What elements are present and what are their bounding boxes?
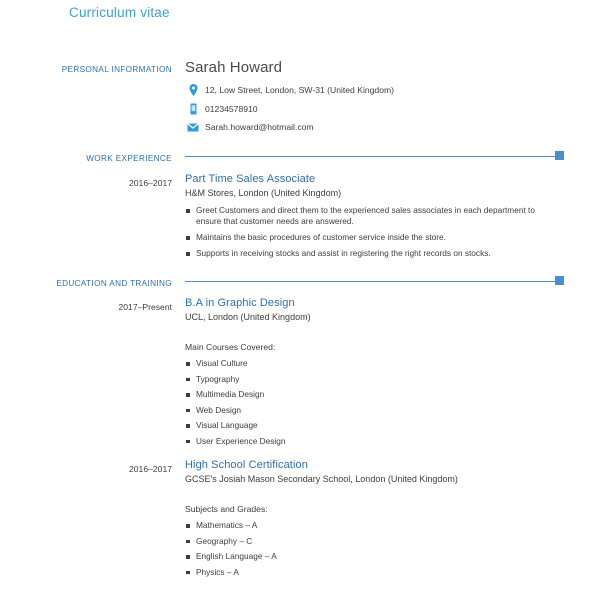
- cv-page: Curriculum vitae PERSONAL INFORMATION Sa…: [0, 0, 594, 598]
- personal-information-content: Sarah Howard: [185, 59, 560, 76]
- list-item: Mathematics – A: [185, 520, 560, 531]
- list-item: Typography: [185, 374, 560, 385]
- list-item: Geography – C: [185, 536, 560, 547]
- education-entry-subheading: Main Courses Covered:: [185, 342, 276, 352]
- education-label-gutter: EDUCATION AND TRAINING: [0, 273, 172, 291]
- education-label: EDUCATION AND TRAINING: [56, 279, 172, 288]
- list-item: Physics – A: [185, 567, 560, 578]
- email-text: Sarah.howard@hotmail.com: [205, 122, 314, 132]
- list-item: User Experience Design: [185, 436, 560, 447]
- work-experience-entry-content: Part Time Sales Associate H&M Stores, Lo…: [185, 173, 560, 264]
- high-school-entry-content: High School Certification GCSE's Josiah …: [185, 459, 560, 582]
- address-text: 12, Low Street, London, SW-31 (United Ki…: [205, 85, 395, 95]
- education-entry-date-gutter: 2017–Present: [0, 297, 172, 315]
- education-divider: [185, 281, 555, 282]
- phone-text: 01234578910: [205, 104, 258, 114]
- work-experience-entry-bullets: Greet Customers and direct them to the e…: [185, 205, 560, 259]
- list-item: Supports in receiving stocks and assist …: [185, 248, 560, 259]
- high-school-entry-dates: 2016–2017: [128, 464, 172, 474]
- work-experience-label-gutter: WORK EXPERIENCE: [0, 148, 172, 166]
- contact-list: 12, Low Street, London, SW-31 (United Ki…: [185, 84, 560, 139]
- mobile-phone-icon: [185, 103, 201, 115]
- work-experience-divider: [185, 156, 555, 157]
- education-entry-bullets: Visual Culture Typography Multimedia Des…: [185, 358, 560, 447]
- high-school-entry-bullets: Mathematics – A Geography – C English La…: [185, 520, 560, 578]
- education-entry-title: B.A in Graphic Design: [185, 297, 295, 309]
- personal-information-label: PERSONAL INFORMATION: [61, 65, 172, 74]
- list-item: Web Design: [185, 405, 560, 416]
- location-pin-icon: [185, 84, 201, 96]
- high-school-entry-subheading: Subjects and Grades:: [185, 504, 268, 514]
- list-item: Visual Language: [185, 420, 560, 431]
- contact-email: Sarah.howard@hotmail.com: [185, 122, 560, 132]
- work-experience-entry-dates: 2016–2017: [128, 178, 172, 188]
- work-experience-end-square: [555, 151, 564, 160]
- list-item: Visual Culture: [185, 358, 560, 369]
- education-entry-content: B.A in Graphic Design UCL, London (Unite…: [185, 297, 560, 451]
- list-item: Greet Customers and direct them to the e…: [185, 205, 560, 227]
- education-entry-organisation: UCL, London (United Kingdom): [185, 312, 311, 322]
- work-experience-label: WORK EXPERIENCE: [86, 154, 172, 163]
- envelope-icon: [185, 122, 201, 132]
- high-school-entry-date-gutter: 2016–2017: [0, 459, 172, 477]
- work-experience-entry-title: Part Time Sales Associate: [185, 173, 316, 185]
- list-item: English Language – A: [185, 551, 560, 562]
- education-entry-dates: 2017–Present: [118, 302, 172, 312]
- person-name: Sarah Howard: [185, 59, 283, 76]
- high-school-entry-title: High School Certification: [185, 459, 308, 471]
- high-school-entry-organisation: GCSE's Josiah Mason Secondary School, Lo…: [185, 474, 458, 484]
- personal-information-label-gutter: PERSONAL INFORMATION: [0, 59, 172, 77]
- document-title: Curriculum vitae: [69, 5, 170, 20]
- contact-address: 12, Low Street, London, SW-31 (United Ki…: [185, 84, 560, 96]
- education-end-square: [555, 276, 564, 285]
- work-experience-entry-organisation: H&M Stores, London (United Kingdom): [185, 188, 342, 198]
- work-experience-entry-date-gutter: 2016–2017: [0, 173, 172, 191]
- contact-phone: 01234578910: [185, 103, 560, 115]
- list-item: Maintains the basic procedures of custom…: [185, 232, 560, 243]
- list-item: Multimedia Design: [185, 389, 560, 400]
